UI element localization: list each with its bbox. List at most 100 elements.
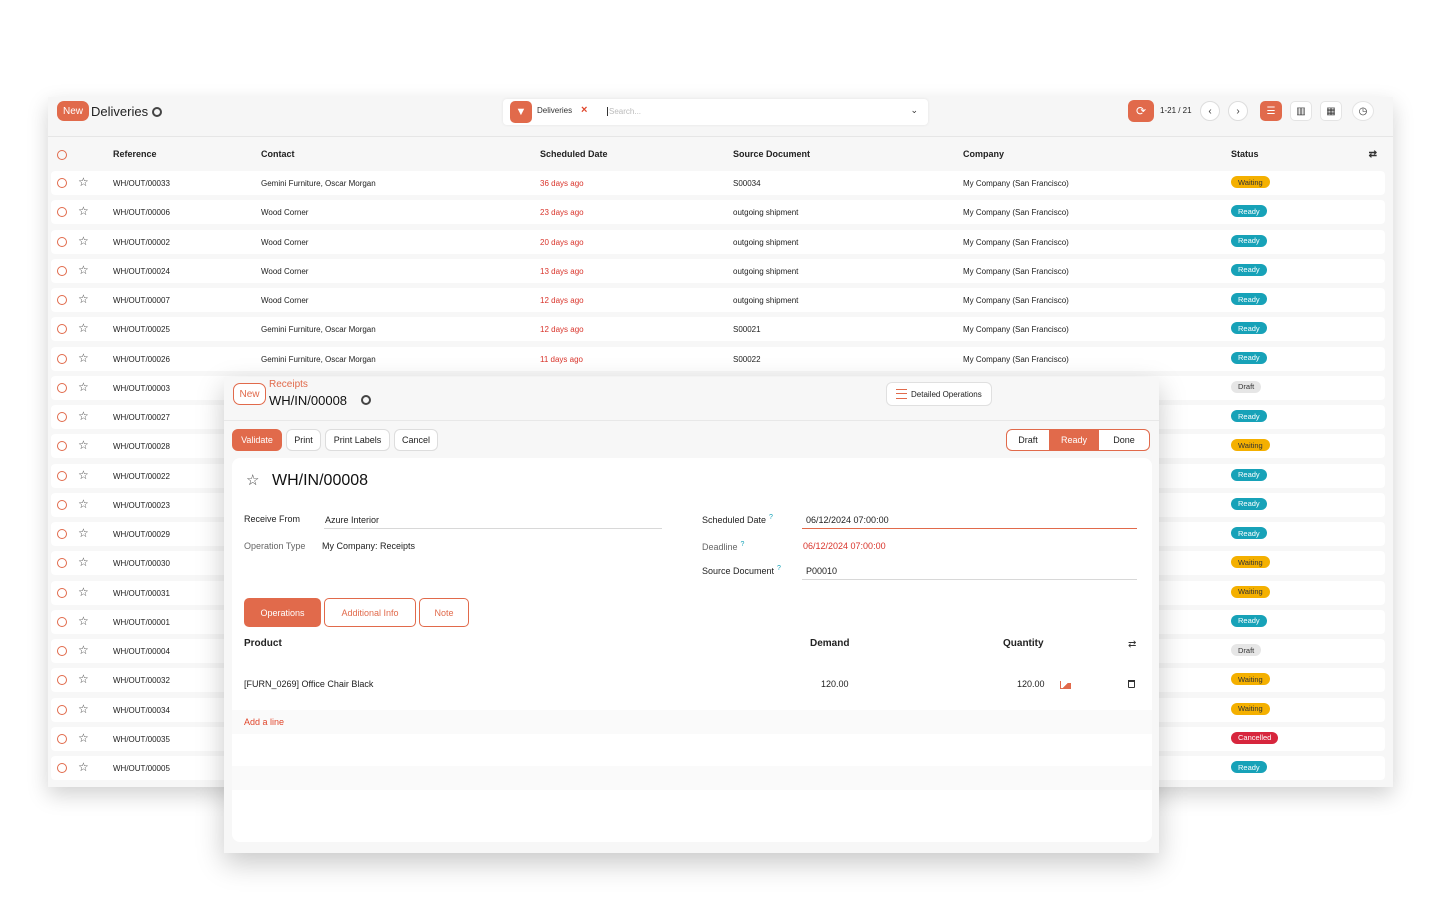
- table-row[interactable]: ☆ WH/OUT/00026 Gemini Furniture, Oscar Mor…: [51, 346, 1385, 371]
- tab-additional-info[interactable]: Additional Info: [324, 598, 416, 627]
- row-select-checkbox[interactable]: [57, 265, 67, 276]
- star-icon[interactable]: ☆: [78, 703, 89, 715]
- row-select-checkbox[interactable]: [57, 441, 67, 452]
- breadcrumb[interactable]: Receipts: [269, 379, 308, 390]
- detailed-operations-button[interactable]: Detailed Operations: [886, 382, 992, 406]
- print-labels-button[interactable]: Print Labels: [325, 429, 390, 451]
- star-icon[interactable]: ☆: [78, 498, 89, 510]
- status-draft[interactable]: Draft: [1007, 430, 1049, 450]
- new-button[interactable]: New: [57, 101, 89, 121]
- row-select-checkbox[interactable]: [57, 353, 67, 364]
- cancel-button[interactable]: Cancel: [394, 429, 438, 451]
- line-product[interactable]: [FURN_0269] Office Chair Black: [244, 679, 373, 689]
- row-select-checkbox[interactable]: [57, 733, 67, 744]
- star-icon[interactable]: ☆: [78, 322, 89, 334]
- search-input[interactable]: Search...: [607, 107, 641, 116]
- star-icon[interactable]: ☆: [78, 469, 89, 481]
- star-icon[interactable]: ☆: [78, 410, 89, 422]
- star-icon[interactable]: ☆: [78, 732, 89, 744]
- column-header-reference[interactable]: Reference: [113, 149, 157, 159]
- row-select-checkbox[interactable]: [57, 412, 67, 422]
- row-select-checkbox[interactable]: [57, 763, 67, 773]
- table-row[interactable]: ☆ WH/OUT/00024 Wood Corner 13 days ago outgo…: [51, 258, 1385, 283]
- column-header-status[interactable]: Status: [1231, 149, 1259, 159]
- optional-columns-icon[interactable]: ⇄: [1369, 149, 1377, 160]
- activity-view-icon[interactable]: ◷: [1352, 101, 1374, 121]
- row-select-checkbox[interactable]: [57, 646, 67, 656]
- star-icon[interactable]: ☆: [246, 473, 259, 488]
- help-icon[interactable]: ?: [769, 514, 773, 521]
- column-header-scheduled-date[interactable]: Scheduled Date: [540, 149, 608, 159]
- star-icon[interactable]: ☆: [78, 176, 89, 188]
- tab-operations[interactable]: Operations: [244, 598, 321, 627]
- star-icon[interactable]: ☆: [78, 527, 89, 539]
- column-header-quantity[interactable]: Quantity: [1003, 638, 1044, 649]
- star-icon[interactable]: ☆: [78, 205, 89, 217]
- pager-value[interactable]: 1-21 / 21: [1160, 106, 1192, 115]
- star-icon[interactable]: ☆: [78, 264, 89, 276]
- chevron-down-icon[interactable]: ⌄: [910, 105, 918, 116]
- gear-icon[interactable]: [152, 107, 162, 117]
- table-row[interactable]: ☆ WH/OUT/00025 Gemini Furniture, Oscar Mor…: [51, 317, 1385, 342]
- operation-type-field[interactable]: My Company: Receipts: [322, 541, 415, 551]
- table-row[interactable]: ☆ WH/OUT/00007 Wood Corner 12 days ago outgo…: [51, 288, 1385, 312]
- row-select-checkbox[interactable]: [57, 236, 67, 247]
- line-quantity[interactable]: 120.00: [1017, 679, 1045, 689]
- row-select-checkbox[interactable]: [57, 529, 67, 539]
- deadline-field[interactable]: 06/12/2024 07:00:00: [803, 541, 886, 551]
- select-all-checkbox[interactable]: [57, 150, 67, 160]
- table-row[interactable]: ☆ WH/OUT/00033 Gemini Furniture, Oscar Mor…: [51, 171, 1385, 195]
- status-done[interactable]: Done: [1099, 430, 1149, 450]
- help-icon[interactable]: ?: [741, 541, 745, 548]
- optional-columns-icon[interactable]: ⇄: [1128, 639, 1136, 650]
- row-select-checkbox[interactable]: [57, 587, 67, 598]
- trash-icon[interactable]: [1128, 680, 1135, 688]
- list-view-icon[interactable]: ☰: [1260, 101, 1282, 121]
- star-icon[interactable]: ☆: [78, 381, 89, 393]
- pager-next-icon[interactable]: ›: [1228, 101, 1248, 121]
- kanban-view-icon[interactable]: ▥: [1290, 101, 1312, 121]
- filter-icon[interactable]: ▼: [510, 101, 532, 123]
- row-select-checkbox[interactable]: [57, 382, 67, 393]
- refresh-icon[interactable]: ⟳: [1128, 100, 1154, 122]
- validate-button[interactable]: Validate: [232, 429, 282, 451]
- column-header-demand[interactable]: Demand: [810, 638, 849, 649]
- remove-facet-icon[interactable]: ×: [581, 104, 587, 116]
- column-header-source-document[interactable]: Source Document: [733, 149, 810, 159]
- star-icon[interactable]: ☆: [78, 293, 89, 305]
- row-select-checkbox[interactable]: [57, 178, 67, 188]
- column-header-product[interactable]: Product: [244, 638, 282, 649]
- search-bar[interactable]: ▼ Deliveries × Search... ⌄: [503, 99, 928, 125]
- row-select-checkbox[interactable]: [57, 295, 67, 305]
- star-icon[interactable]: ☆: [78, 556, 89, 568]
- column-header-company[interactable]: Company: [963, 149, 1004, 159]
- row-select-checkbox[interactable]: [57, 616, 67, 627]
- star-icon[interactable]: ☆: [78, 352, 89, 364]
- new-button[interactable]: New: [233, 383, 266, 405]
- gear-icon[interactable]: [361, 395, 371, 405]
- row-select-checkbox[interactable]: [57, 675, 67, 686]
- star-icon[interactable]: ☆: [78, 439, 89, 451]
- star-icon[interactable]: ☆: [78, 644, 89, 656]
- print-button[interactable]: Print: [286, 429, 321, 451]
- star-icon[interactable]: ☆: [78, 235, 89, 247]
- row-select-checkbox[interactable]: [57, 558, 67, 569]
- pager-prev-icon[interactable]: ‹: [1200, 101, 1220, 121]
- add-line-link[interactable]: Add a line: [244, 717, 284, 727]
- receive-from-field[interactable]: Azure Interior: [325, 515, 379, 525]
- column-header-contact[interactable]: Contact: [261, 149, 295, 159]
- tab-note[interactable]: Note: [419, 598, 469, 627]
- calendar-view-icon[interactable]: ▦: [1320, 101, 1342, 121]
- status-ready[interactable]: Ready: [1049, 430, 1099, 450]
- star-icon[interactable]: ☆: [78, 673, 89, 685]
- forecast-chart-icon[interactable]: [1060, 681, 1071, 689]
- row-select-checkbox[interactable]: [57, 470, 67, 481]
- scheduled-date-field[interactable]: 06/12/2024 07:00:00: [806, 515, 889, 525]
- table-row[interactable]: ☆ WH/OUT/00002 Wood Corner 20 days ago outgo…: [51, 229, 1385, 254]
- star-icon[interactable]: ☆: [78, 615, 89, 627]
- row-select-checkbox[interactable]: [57, 499, 67, 510]
- row-select-checkbox[interactable]: [57, 324, 67, 335]
- star-icon[interactable]: ☆: [78, 761, 89, 773]
- row-select-checkbox[interactable]: [57, 704, 67, 715]
- source-document-field[interactable]: P00010: [806, 566, 837, 576]
